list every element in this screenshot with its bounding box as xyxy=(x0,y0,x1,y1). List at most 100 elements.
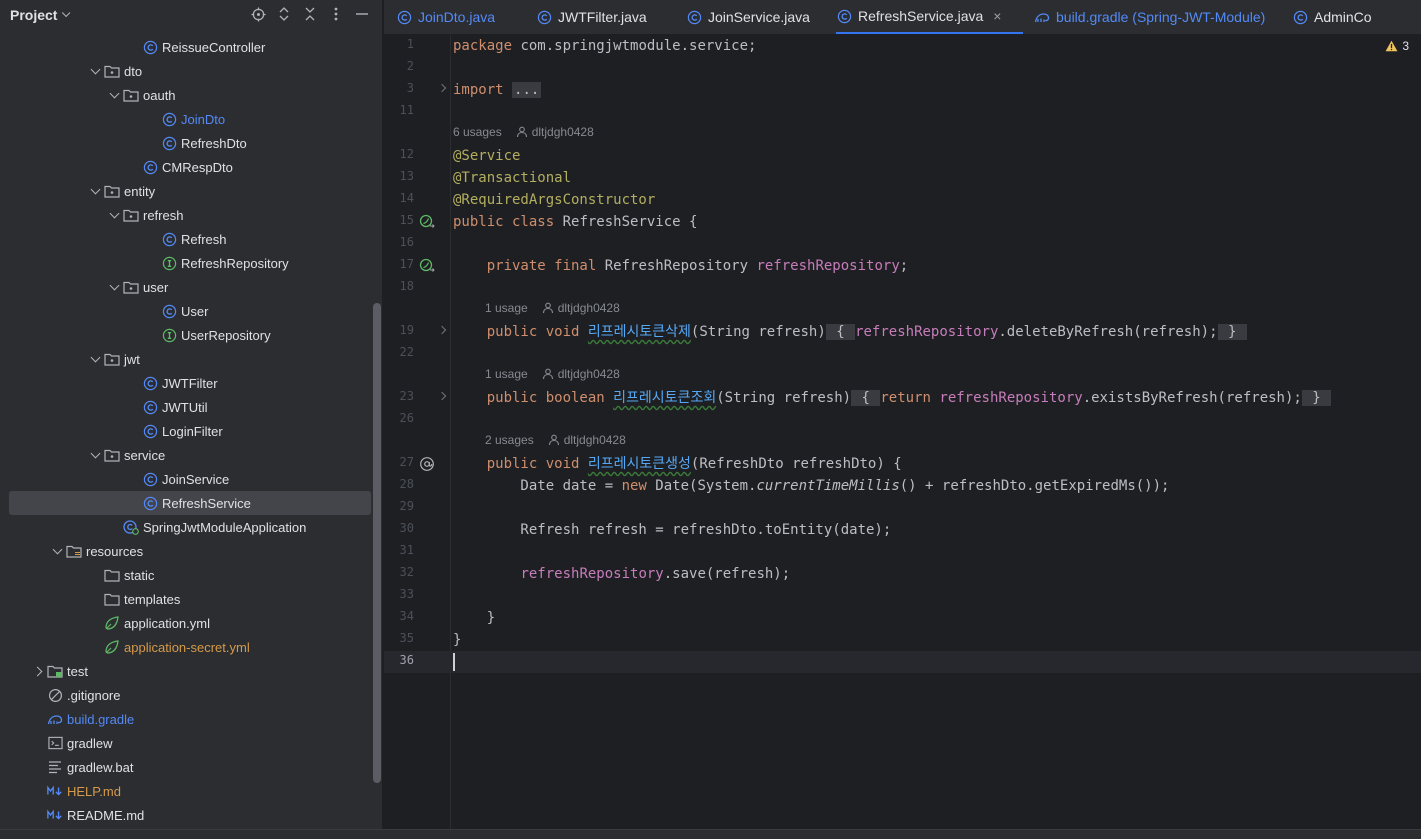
fold-chevron-icon[interactable] xyxy=(437,391,447,401)
chevron-down-icon[interactable] xyxy=(107,279,123,295)
code-line[interactable]: 28 Date date = new Date(System.currentTi… xyxy=(384,475,1421,497)
tree-item-service[interactable]: service xyxy=(9,443,371,467)
chevron-down-icon[interactable] xyxy=(62,8,71,18)
code-line[interactable]: 1 package com.springjwtmodule.service; xyxy=(384,35,1421,57)
author-name[interactable]: dltjdgh0428 xyxy=(564,433,626,447)
chevron-down-icon[interactable] xyxy=(88,183,104,199)
collapse-all-icon[interactable] xyxy=(301,4,319,24)
code-vision-hint[interactable]: 2 usages dltjdgh0428 xyxy=(384,431,1421,453)
tree-item-jwtutil[interactable]: JWTUtil xyxy=(9,395,371,419)
code-editor[interactable]: 1 package com.springjwtmodule.service; 2 3 i… xyxy=(384,35,1421,829)
code-line[interactable]: 31 xyxy=(384,541,1421,563)
tab-joindto-java[interactable]: JoinDto.java xyxy=(396,0,495,34)
code-token[interactable]: ... xyxy=(512,82,542,98)
author-name[interactable]: dltjdgh0428 xyxy=(558,301,620,315)
expand-all-icon[interactable] xyxy=(275,4,293,24)
tree-item-jwtfilter[interactable]: JWTFilter xyxy=(9,371,371,395)
tab-jwtfilter-java[interactable]: JWTFilter.java xyxy=(536,0,647,34)
tree-item-gradlew[interactable]: gradlew xyxy=(9,731,371,755)
usages-hint[interactable]: 1 usage dltjdgh0428 xyxy=(485,301,620,315)
usages-hint[interactable]: 6 usages dltjdgh0428 xyxy=(453,125,594,139)
chevron-down-icon[interactable] xyxy=(88,447,104,463)
chevron-down-icon[interactable] xyxy=(88,351,104,367)
tree-item-test[interactable]: test xyxy=(9,659,371,683)
tree-item-application-yml[interactable]: application.yml xyxy=(9,611,371,635)
fold-chevron-icon[interactable] xyxy=(437,83,447,93)
tree-item-oauth[interactable]: oauth xyxy=(9,83,371,107)
chevron-down-icon[interactable] xyxy=(88,63,104,79)
code-line[interactable]: 18 xyxy=(384,277,1421,299)
tree-item-entity[interactable]: entity xyxy=(9,179,371,203)
code-line[interactable]: 26 xyxy=(384,409,1421,431)
author-name[interactable]: dltjdgh0428 xyxy=(532,125,594,139)
chevron-down-icon[interactable] xyxy=(107,207,123,223)
project-view-selector[interactable]: Project xyxy=(10,7,57,23)
tree-item-user[interactable]: User xyxy=(9,299,371,323)
code-line[interactable]: 29 xyxy=(384,497,1421,519)
code-vision-hint[interactable]: 6 usages dltjdgh0428 xyxy=(384,123,1421,145)
locate-file-icon[interactable] xyxy=(249,4,267,24)
chevron-down-icon[interactable] xyxy=(107,87,123,103)
tree-item-jwt[interactable]: jwt xyxy=(9,347,371,371)
fold-chevron-icon[interactable] xyxy=(437,325,447,335)
tree-item-build-gradle[interactable]: build.gradle xyxy=(9,707,371,731)
code-vision-hint[interactable]: 1 usage dltjdgh0428 xyxy=(384,365,1421,387)
usages-count[interactable]: 2 usages xyxy=(485,433,534,447)
tree-item-refresh[interactable]: Refresh xyxy=(9,227,371,251)
code-token[interactable]: } xyxy=(1217,324,1247,340)
more-options-icon[interactable] xyxy=(327,4,345,24)
usages-count[interactable]: 1 usage xyxy=(485,367,528,381)
tree-item-userrepository[interactable]: UserRepository xyxy=(9,323,371,347)
code-line[interactable]: 15 public class RefreshService { xyxy=(384,211,1421,233)
code-line[interactable]: 27 public void 리프레시토큰생성(RefreshDto refre… xyxy=(384,453,1421,475)
code-line[interactable]: 19 public void 리프레시토큰삭제(String refresh) … xyxy=(384,321,1421,343)
code-line[interactable]: 34 } xyxy=(384,607,1421,629)
code-line[interactable]: 11 xyxy=(384,101,1421,123)
tree-item-templates[interactable]: templates xyxy=(9,587,371,611)
tree-item-cmrespdto[interactable]: CMRespDto xyxy=(9,155,371,179)
tree-item-refreshservice[interactable]: RefreshService xyxy=(9,491,371,515)
tree-item-joinservice[interactable]: JoinService xyxy=(9,467,371,491)
code-token[interactable]: } xyxy=(1301,390,1332,406)
tree-item-application-secret-yml[interactable]: application-secret.yml xyxy=(9,635,371,659)
tree-item-refreshrepository[interactable]: RefreshRepository xyxy=(9,251,371,275)
tab-joinservice-java[interactable]: JoinService.java xyxy=(686,0,810,34)
tree-item-loginfilter[interactable]: LoginFilter xyxy=(9,419,371,443)
chevron-down-icon[interactable] xyxy=(50,543,66,559)
code-line[interactable]: 23 public boolean 리프레시토큰조회(String refres… xyxy=(384,387,1421,409)
usages-hint[interactable]: 1 usage dltjdgh0428 xyxy=(485,367,620,381)
tree-item-joindto[interactable]: JoinDto xyxy=(9,107,371,131)
code-token[interactable]: { xyxy=(851,390,881,406)
close-icon[interactable]: × xyxy=(993,8,1001,24)
usages-count[interactable]: 6 usages xyxy=(453,125,502,139)
tree-item-refresh[interactable]: refresh xyxy=(9,203,371,227)
usages-hint[interactable]: 2 usages dltjdgh0428 xyxy=(485,433,626,447)
code-line[interactable]: 32 refreshRepository.save(refresh); xyxy=(384,563,1421,585)
project-scrollbar[interactable] xyxy=(373,303,381,783)
tab-refreshservice-java[interactable]: RefreshService.java × xyxy=(836,0,1023,34)
code-line[interactable]: 2 xyxy=(384,57,1421,79)
code-token[interactable]: { xyxy=(825,324,856,340)
author-name[interactable]: dltjdgh0428 xyxy=(558,367,620,381)
tree-item-gitignore[interactable]: .gitignore xyxy=(9,683,371,707)
bean-icon[interactable] xyxy=(419,214,435,230)
tab-build-gradle-spring-jwt-module[interactable]: build.gradle (Spring-JWT-Module) xyxy=(1034,0,1265,34)
inspection-widget[interactable]: 3 xyxy=(1385,39,1409,53)
code-line[interactable]: 35} xyxy=(384,629,1421,651)
tree-item-help-md[interactable]: HELP.md xyxy=(9,779,371,803)
tree-item-static[interactable]: static xyxy=(9,563,371,587)
tree-item-reissuecontroller[interactable]: ReissueController xyxy=(9,35,371,59)
tree-item-resources[interactable]: resources xyxy=(9,539,371,563)
code-line[interactable]: 33 xyxy=(384,585,1421,607)
code-line[interactable]: 14 @RequiredArgsConstructor xyxy=(384,189,1421,211)
at-icon[interactable] xyxy=(419,456,435,472)
code-line[interactable]: 22 xyxy=(384,343,1421,365)
hide-panel-icon[interactable] xyxy=(353,4,371,24)
usages-count[interactable]: 1 usage xyxy=(485,301,528,315)
chevron-right-icon[interactable] xyxy=(31,663,47,679)
tree-item-gradlew-bat[interactable]: gradlew.bat xyxy=(9,755,371,779)
tree-item-dto[interactable]: dto xyxy=(9,59,371,83)
tree-item-refreshdto[interactable]: RefreshDto xyxy=(9,131,371,155)
tab-adminco[interactable]: AdminCo xyxy=(1292,0,1372,34)
code-line[interactable]: 36 xyxy=(384,651,1421,673)
